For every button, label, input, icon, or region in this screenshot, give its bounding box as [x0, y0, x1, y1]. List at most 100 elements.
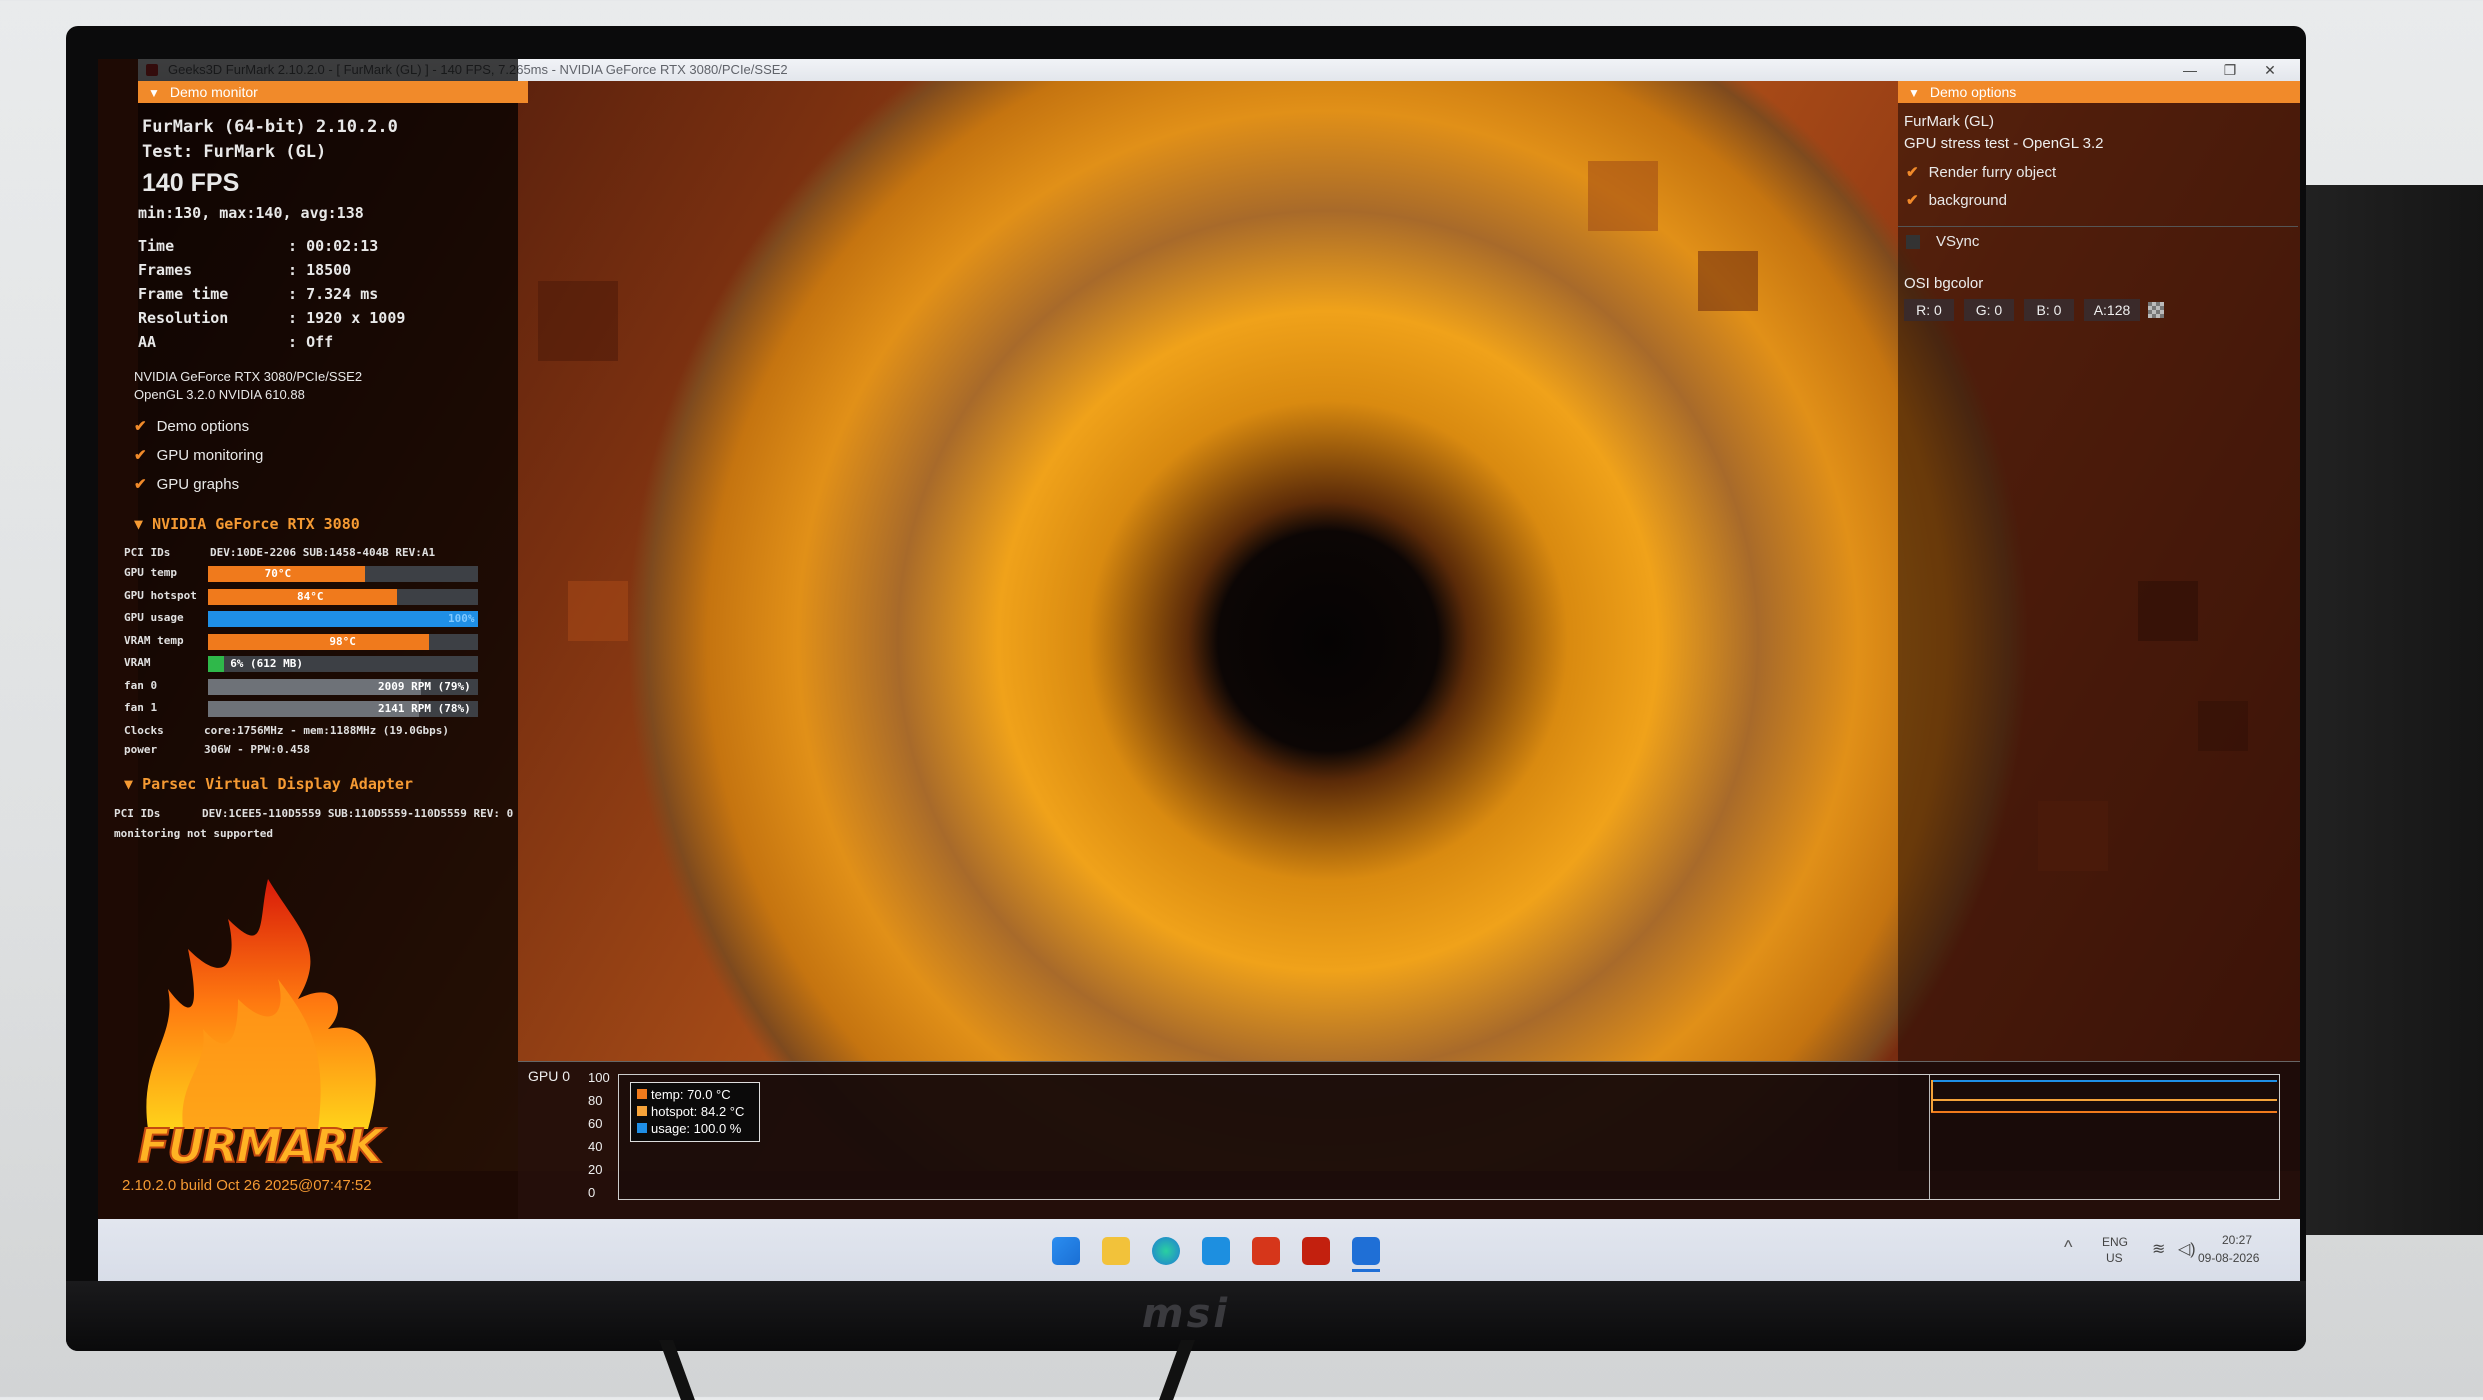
gpu0-clocks-label: Clocks [124, 724, 164, 737]
color-swatch-icon[interactable] [2148, 302, 2164, 318]
furmark-gl-taskbar-icon[interactable] [1302, 1237, 1330, 1265]
gpu-graph-panel: GPU 0 100 80 60 40 20 0 temp: 70.0 °C hotspot:… [518, 1061, 2300, 1220]
gpu0-sensor-value: 84°C [297, 589, 324, 603]
graph-y-tick: 80 [588, 1093, 603, 1108]
checkbox-background[interactable]: ✔ background [1906, 191, 2007, 209]
background-wall [2300, 185, 2483, 1235]
build-string: 2.10.2.0 build Oct 26 2025@07:47:52 [122, 1177, 372, 1194]
legend-swatch [637, 1106, 647, 1116]
input-language[interactable]: ENG [2102, 1235, 2128, 1249]
opengl-version: OpenGL 3.2.0 NVIDIA 610.88 [134, 387, 305, 402]
fps-value: 140 FPS [142, 169, 240, 197]
graph-y-tick: 60 [588, 1116, 603, 1131]
gpu0-power-label: power [124, 743, 158, 756]
gpu1-note: monitoring not supported [114, 827, 273, 840]
gpu0-header[interactable]: ▼ NVIDIA GeForce RTX 3080 [134, 515, 360, 533]
chevron-up-icon[interactable]: ^ [2064, 1237, 2072, 1258]
osi-r-field[interactable]: R: 0 [1904, 299, 1954, 321]
gpu0-sensor-label: GPU usage [124, 611, 184, 624]
checkbox-render-furry[interactable]: ✔ Render furry object [1906, 163, 2056, 181]
close-icon[interactable]: ✕ [2250, 59, 2290, 81]
stat-frames-value: : 18500 [288, 261, 352, 279]
remote-desktop-icon[interactable] [1202, 1237, 1230, 1265]
app-taskbar-icon[interactable] [1352, 1237, 1380, 1265]
graph-legend-item: temp: 70.0 °C [637, 1087, 731, 1102]
gpu0-sensor-fill [208, 611, 478, 627]
stat-aa-text: Off [306, 333, 334, 351]
gpu0-sensor-bar: 84°C [208, 588, 478, 605]
gpu0-sensor-bar: 98°C [208, 633, 478, 650]
maximize-icon[interactable]: ❐ [2210, 59, 2250, 81]
stat-resolution-label: Resolution [138, 309, 229, 327]
gpu0-sensor-value: 70°C [264, 567, 292, 580]
graph-usage-line [1931, 1080, 2277, 1082]
demo-options-panel: ▼ Demo options FurMark (GL) GPU stress te… [1898, 81, 2300, 1171]
graph-rise-line [1931, 1080, 1933, 1112]
unchecked-box-icon [1906, 235, 1920, 250]
gpu0-clocks-value: core:1756MHz - mem:1188MHz (19.0Gbps) [204, 724, 450, 737]
demo-monitor-header[interactable]: ▼ Demo monitor [138, 81, 528, 103]
checkbox-vsync[interactable]: VSync [1906, 233, 1979, 250]
gpu1-header[interactable]: ▼ Parsec Virtual Display Adapter [124, 775, 413, 793]
osi-bgcolor-label: OSI bgcolor [1904, 275, 1984, 292]
collapse-triangle-icon: ▼ [1908, 86, 1920, 100]
divider [1898, 226, 2298, 227]
toggle-gpu-monitoring[interactable]: ✔ GPU monitoring [134, 446, 263, 464]
osi-a-field[interactable]: A:128 [2084, 299, 2140, 321]
checkmark-icon: ✔ [134, 476, 147, 493]
test-name: Test: FurMark (GL) [142, 142, 327, 162]
minimize-icon[interactable]: — [2170, 59, 2210, 81]
edge-browser-icon[interactable] [1152, 1237, 1180, 1265]
stat-resolution-value: : 1920 x 1009 [288, 309, 406, 327]
toggle-demo-options-label: Demo options [156, 418, 250, 435]
graph-temp-line [1931, 1111, 2277, 1113]
gpu0-pci-label: PCI IDs [124, 546, 171, 559]
collapse-triangle-icon: ▼ [124, 775, 143, 793]
stand-leg-left [659, 1340, 695, 1400]
gpu1-title: Parsec Virtual Display Adapter [142, 775, 413, 793]
bg-pixel-block [568, 581, 628, 641]
legend-text: usage: 100.0 % [651, 1121, 742, 1136]
active-app-indicator [1352, 1269, 1380, 1272]
demo-options-header[interactable]: ▼ Demo options [1898, 81, 2300, 103]
legend-text: temp: 70.0 °C [651, 1087, 731, 1102]
legend-swatch [637, 1123, 647, 1133]
collapse-triangle-icon: ▼ [148, 86, 160, 100]
app-version: FurMark (64-bit) 2.10.2.0 [142, 117, 398, 137]
gpu0-sensor-bar: 70°C [208, 566, 478, 582]
furmark-taskbar-icon[interactable] [1252, 1237, 1280, 1265]
graph-plot-area [618, 1074, 2280, 1200]
gpu0-sensor-label: GPU temp [124, 566, 177, 579]
stat-aa-label: AA [138, 333, 157, 351]
gpu0-sensor-label: VRAM [124, 656, 151, 669]
vsync-label: VSync [1936, 233, 1980, 250]
osi-b-field[interactable]: B: 0 [2024, 299, 2074, 321]
renderer-name: NVIDIA GeForce RTX 3080/PCIe/SSE2 [134, 369, 363, 384]
stat-time-text: 00:02:13 [306, 237, 379, 255]
gpu0-pci-value: DEV:10DE-2206 SUB:1458-404B REV:A1 [210, 546, 436, 559]
furmark-logo-text: FURMARK [137, 1118, 384, 1174]
gpu0-sensor-label: GPU hotspot [124, 588, 197, 602]
toggle-gpu-graphs[interactable]: ✔ GPU graphs [134, 475, 239, 493]
render-furry-label: Render furry object [1928, 164, 2057, 181]
screen: Geeks3D FurMark 2.10.2.0 - [ FurMark (GL… [98, 59, 2300, 1281]
gpu0-sensor-bar: 2141 RPM (78%) [208, 701, 478, 717]
volume-icon[interactable]: ◁) [2178, 1239, 2196, 1259]
stat-frames-label: Frames [138, 261, 193, 279]
toggle-demo-options[interactable]: ✔ Demo options [134, 417, 249, 435]
monitor-brand-logo: msi [1141, 1291, 1231, 1337]
checkmark-icon: ✔ [1906, 164, 1919, 181]
stat-frames-text: 18500 [306, 261, 352, 279]
input-region: US [2106, 1251, 2123, 1265]
clock-time[interactable]: 20:27 [2222, 1233, 2252, 1247]
legend-swatch [637, 1089, 647, 1099]
furmark-flame-logo [146, 879, 376, 1129]
graph-title: GPU 0 [528, 1068, 571, 1084]
file-explorer-icon[interactable] [1102, 1237, 1130, 1265]
legend-text: hotspot: 84.2 °C [651, 1104, 745, 1119]
start-icon[interactable] [1052, 1237, 1080, 1265]
graph-y-tick: 100 [588, 1070, 610, 1085]
fps-stats: min:130, max:140, avg:138 [138, 204, 364, 222]
osi-g-field[interactable]: G: 0 [1964, 299, 2014, 321]
wifi-icon[interactable]: ≋ [2152, 1239, 2165, 1259]
